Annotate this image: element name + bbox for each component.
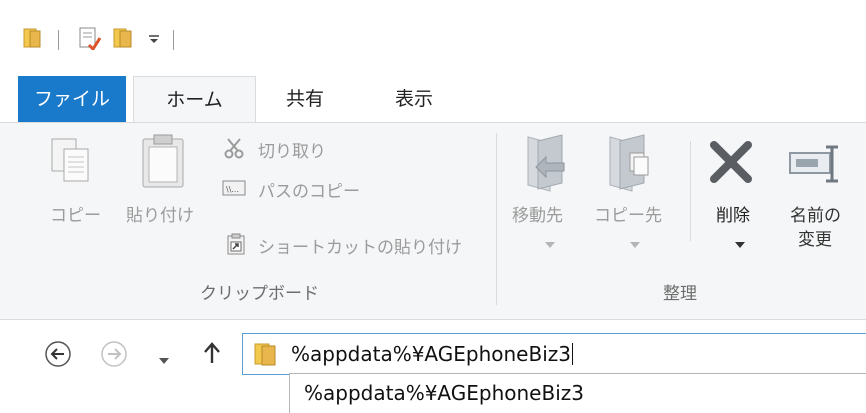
organize-group-label: 整理 bbox=[663, 284, 697, 304]
text-caret bbox=[571, 343, 573, 365]
back-arrow-icon bbox=[45, 341, 71, 367]
cut-label: 切り取り bbox=[258, 142, 326, 162]
tab-view[interactable]: 表示 bbox=[366, 76, 462, 122]
ribbon: コピー 貼り付け 切り取り \\... パスのコピー ショートカットの貼り付け … bbox=[0, 122, 866, 320]
address-input[interactable]: %appdata%¥AGEphoneBiz3 bbox=[291, 342, 573, 366]
rename-label-line1: 名前の bbox=[790, 206, 841, 226]
autocomplete-dropdown: %appdata%¥AGEphoneBiz3 bbox=[289, 373, 866, 413]
forward-button[interactable] bbox=[100, 340, 128, 372]
navigation-bar: %appdata%¥AGEphoneBiz3 %appdata%¥AGEphon… bbox=[0, 320, 866, 413]
scissors-icon bbox=[224, 137, 244, 163]
new-folder-icon[interactable] bbox=[111, 26, 135, 54]
forward-arrow-icon bbox=[101, 341, 127, 367]
up-arrow-icon bbox=[204, 342, 220, 363]
copy-path-icon: \\... bbox=[222, 179, 246, 201]
chevron-down-icon bbox=[545, 233, 555, 252]
svg-text:\\...: \\... bbox=[226, 185, 239, 194]
rename-label-line2: 変更 bbox=[798, 230, 832, 250]
clipboard-icon bbox=[140, 133, 186, 193]
properties-icon[interactable] bbox=[77, 26, 102, 54]
tab-home[interactable]: ホーム bbox=[133, 76, 256, 123]
autocomplete-item[interactable]: %appdata%¥AGEphoneBiz3 bbox=[304, 381, 584, 405]
chevron-down-icon bbox=[630, 233, 640, 252]
quick-access-toolbar bbox=[22, 26, 174, 54]
tab-file[interactable]: ファイル bbox=[18, 76, 126, 122]
copy-path-label: パスのコピー bbox=[258, 182, 360, 202]
paste-shortcut-icon bbox=[226, 233, 246, 259]
separator bbox=[58, 30, 59, 50]
folder-icon bbox=[22, 27, 42, 53]
group-separator bbox=[496, 133, 497, 305]
rename-icon bbox=[788, 145, 848, 189]
move-to-icon bbox=[524, 133, 568, 197]
clipboard-group-label: クリップボード bbox=[200, 284, 319, 304]
move-to-label: 移動先 bbox=[512, 206, 563, 226]
recent-locations-button[interactable] bbox=[158, 350, 170, 369]
button-separator bbox=[690, 141, 691, 241]
ribbon-tabs: ファイル ホーム 共有 表示 bbox=[0, 76, 866, 123]
customize-dropdown-icon[interactable] bbox=[147, 31, 161, 50]
delete-label: 削除 bbox=[716, 206, 750, 226]
title-bar bbox=[0, 0, 866, 76]
paste-shortcut-label: ショートカットの貼り付け bbox=[258, 238, 462, 258]
separator bbox=[173, 30, 174, 50]
up-button[interactable] bbox=[202, 341, 222, 369]
copy-to-label: コピー先 bbox=[594, 206, 662, 226]
chevron-down-icon bbox=[159, 358, 169, 364]
address-bar[interactable]: %appdata%¥AGEphoneBiz3 bbox=[242, 333, 866, 375]
copy-icon bbox=[50, 137, 92, 189]
back-button[interactable] bbox=[44, 340, 72, 372]
paste-label: 貼り付け bbox=[126, 206, 194, 226]
delete-icon bbox=[708, 139, 754, 189]
folder-icon bbox=[253, 341, 277, 371]
tab-share[interactable]: 共有 bbox=[262, 76, 348, 122]
address-input-text: %appdata%¥AGEphoneBiz3 bbox=[291, 342, 571, 366]
chevron-down-icon bbox=[735, 233, 745, 252]
copy-to-icon bbox=[606, 133, 650, 197]
copy-label: コピー bbox=[50, 206, 101, 226]
